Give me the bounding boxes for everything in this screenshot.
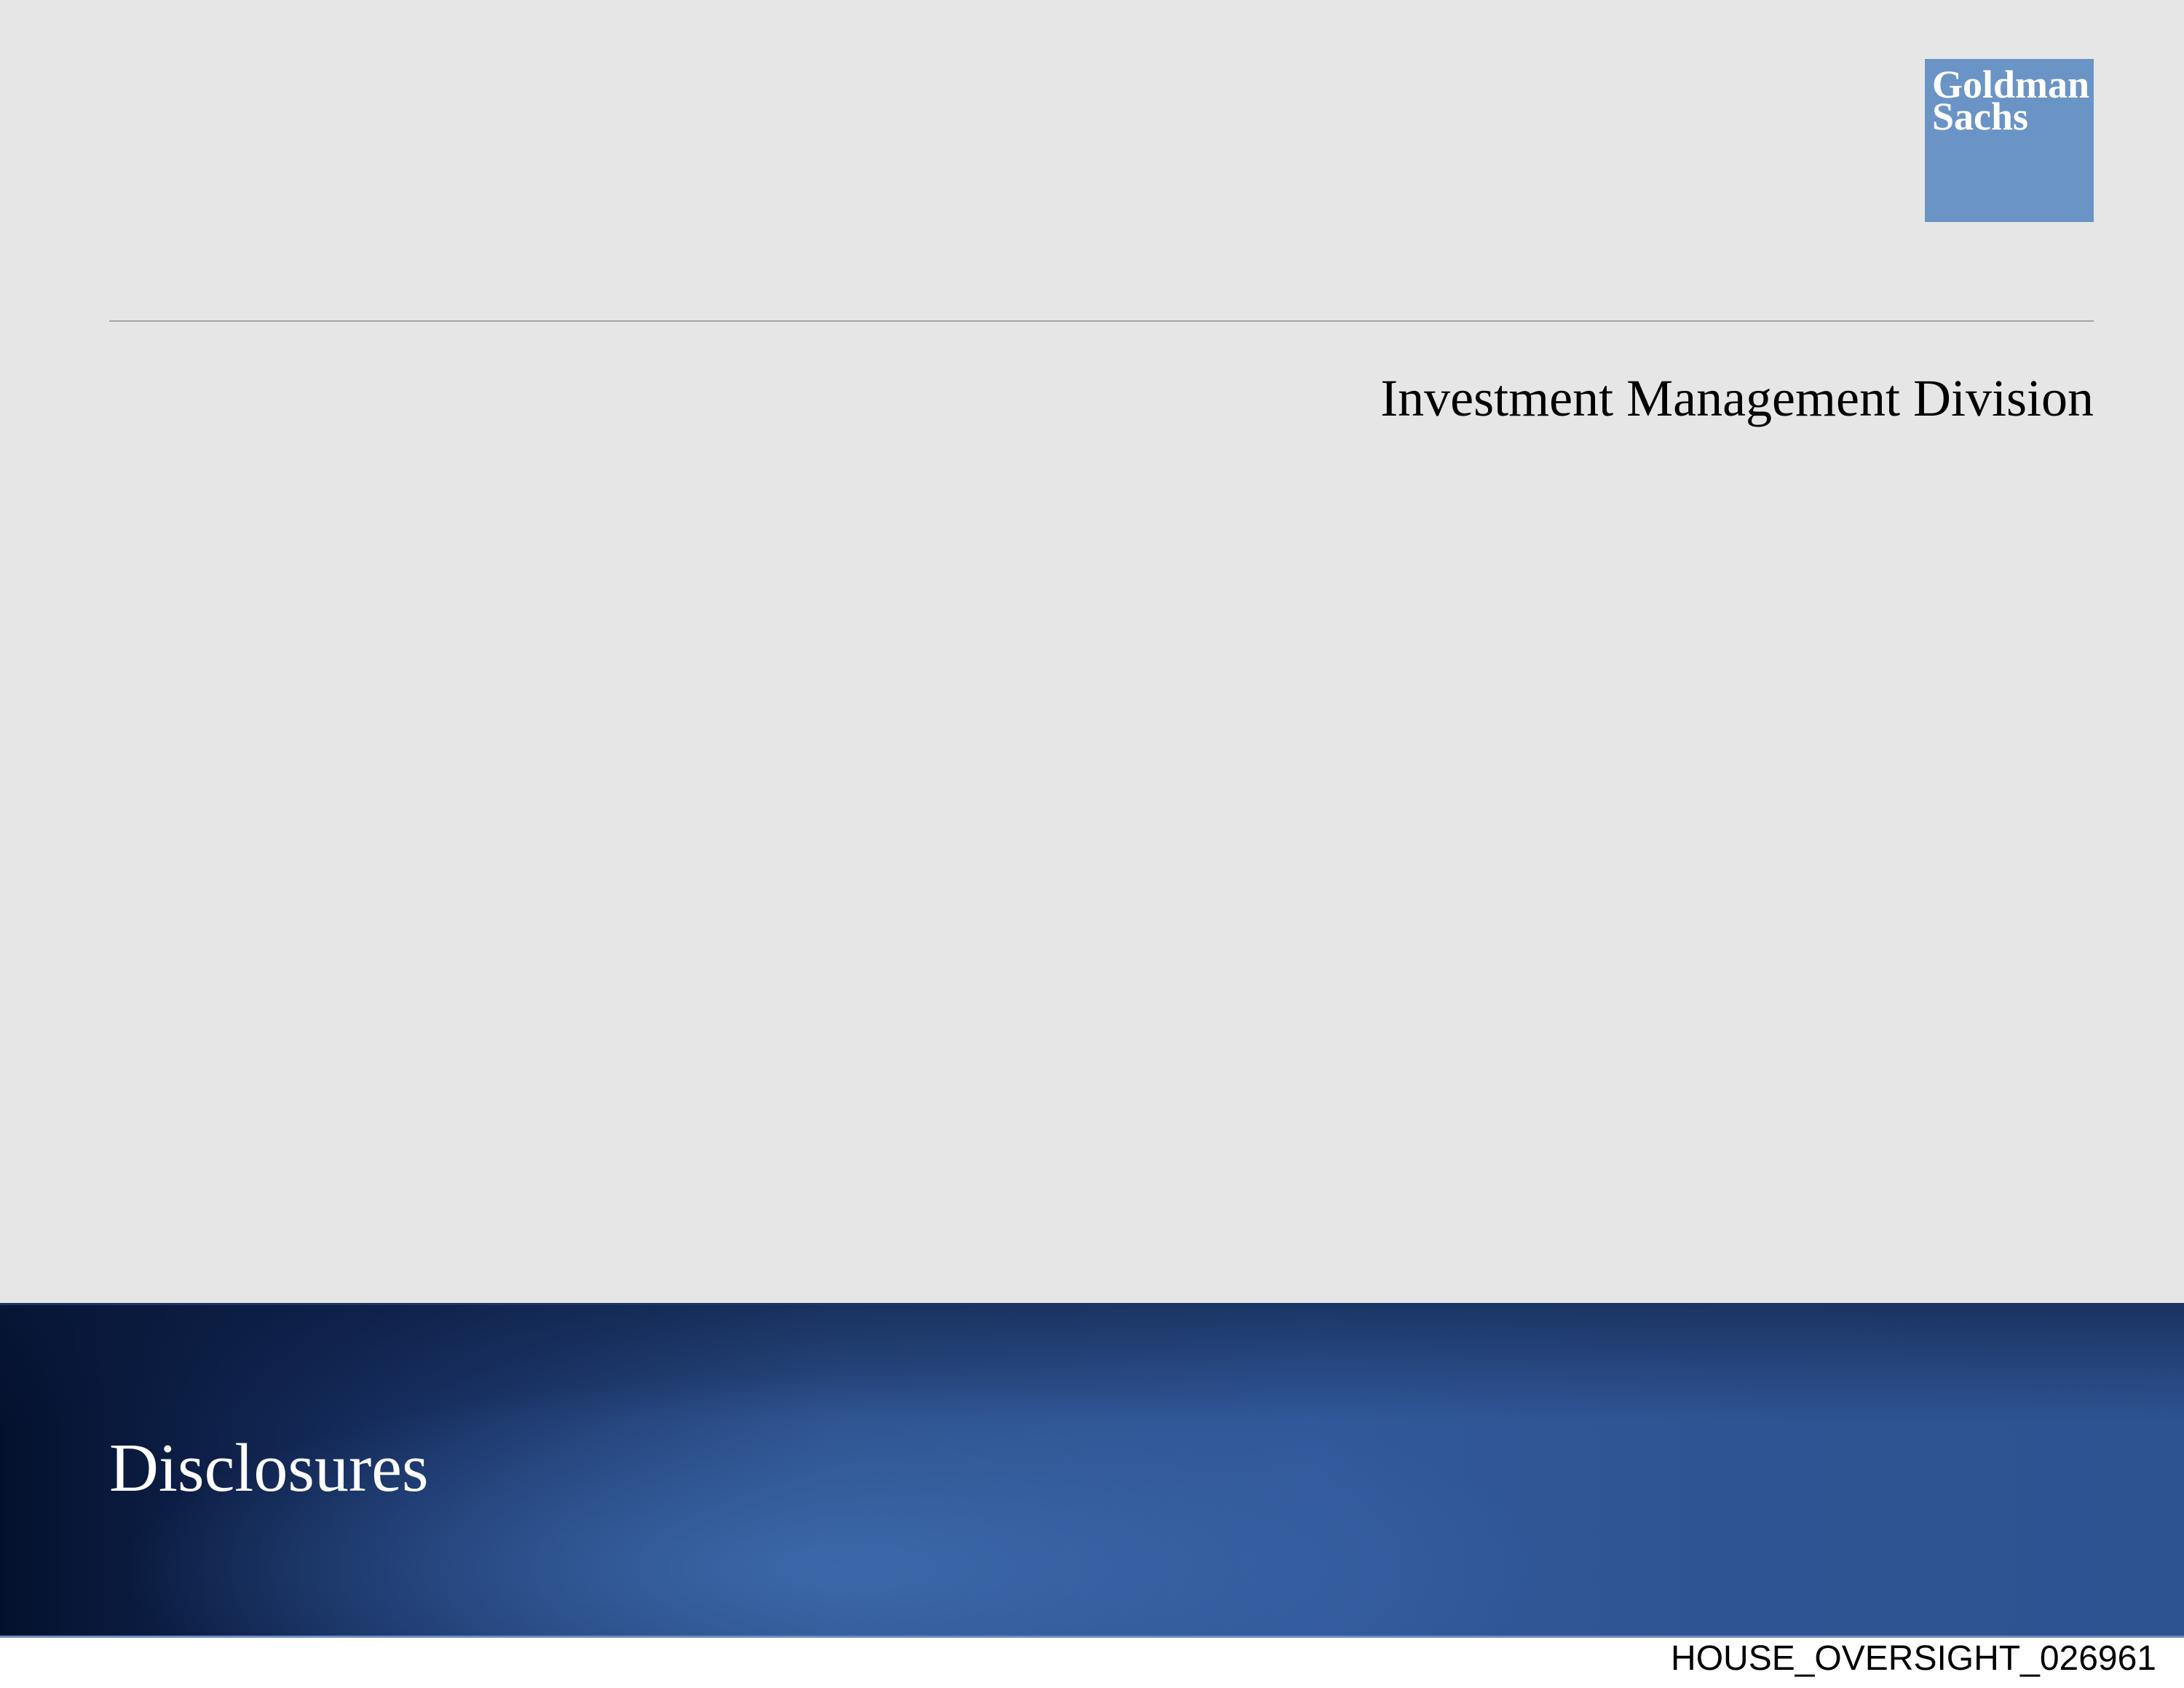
goldman-sachs-logo: Goldman Sachs bbox=[1925, 59, 2094, 222]
division-title: Investment Management Division bbox=[1380, 369, 2094, 427]
logo-text-line-2: Sachs bbox=[1932, 95, 2029, 138]
bates-number: HOUSE_OVERSIGHT_026961 bbox=[1671, 1639, 2156, 1678]
slide-title: Disclosures bbox=[109, 1430, 429, 1506]
header-divider bbox=[109, 320, 2094, 322]
slide: Goldman Sachs Investment Management Divi… bbox=[0, 0, 2184, 1638]
